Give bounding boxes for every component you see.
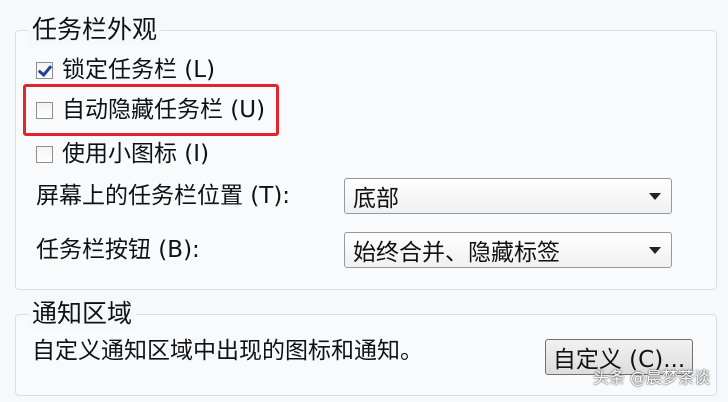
taskbar-buttons-selected-value: 始终合并、隐藏标签 [353, 240, 560, 266]
location-label: 屏幕上的任务栏位置 (T): [36, 183, 291, 209]
chevron-down-icon [649, 246, 661, 254]
location-dropdown[interactable]: 底部 [344, 178, 672, 214]
watermark-text: 头条 @晨梦茶谈 [592, 368, 710, 387]
chevron-down-icon [649, 192, 661, 200]
lock-taskbar-label: 锁定任务栏 (L) [62, 57, 216, 83]
notification-description-row: 自定义通知区域中出现的图标和通知。 [32, 337, 423, 365]
notification-area-title: 通知区域 [28, 299, 137, 329]
lock-taskbar-checkbox[interactable] [36, 61, 53, 79]
taskbar-buttons-label: 任务栏按钮 (B): [36, 237, 200, 263]
red-highlight-box [23, 84, 279, 136]
buttons-row: 任务栏按钮 (B): [36, 236, 200, 264]
location-row: 屏幕上的任务栏位置 (T): [36, 182, 290, 210]
lock-taskbar-row[interactable]: 锁定任务栏 (L) [36, 56, 215, 84]
location-selected-value: 底部 [353, 186, 399, 212]
small-icons-label: 使用小图标 (I) [62, 141, 210, 167]
taskbar-buttons-dropdown[interactable]: 始终合并、隐藏标签 [344, 232, 672, 268]
taskbar-appearance-title: 任务栏外观 [28, 15, 162, 45]
small-icons-row[interactable]: 使用小图标 (I) [36, 140, 209, 168]
small-icons-checkbox[interactable] [36, 145, 53, 163]
notification-description: 自定义通知区域中出现的图标和通知。 [32, 338, 423, 364]
